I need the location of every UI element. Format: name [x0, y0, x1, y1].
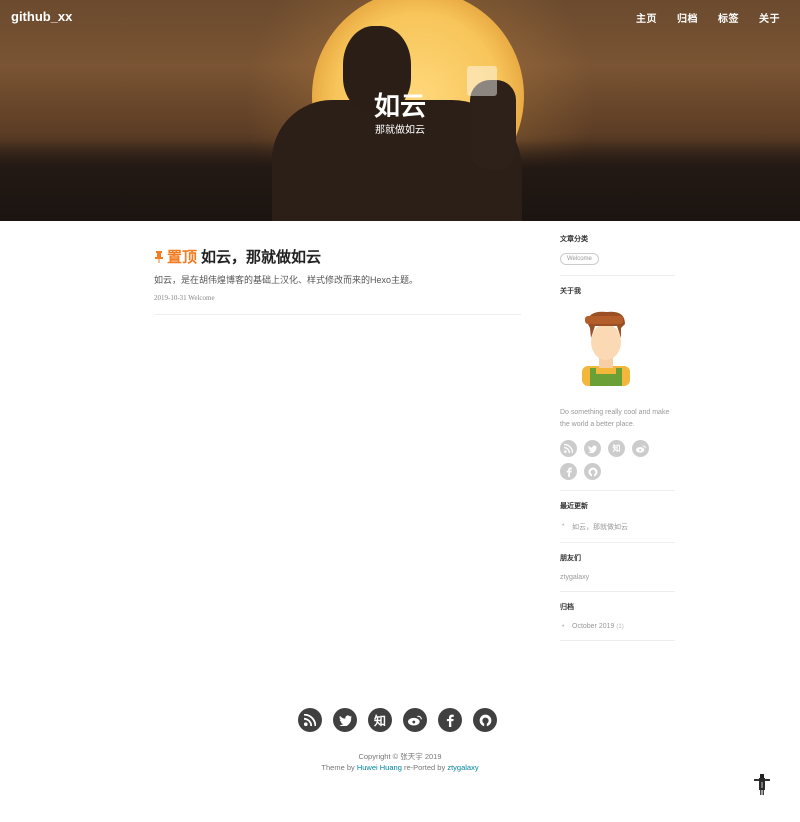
- archive-label[interactable]: October 2019: [572, 623, 614, 630]
- post-preview: 置顶 如云，那就做如云 如云，是在胡伟煌博客的基础上汉化、样式修改而来的Hexo…: [154, 246, 521, 315]
- back-to-top-icon[interactable]: [751, 772, 773, 796]
- hero-banner: github_xx 主页 归档 标签 关于 如云 那就做如云: [0, 0, 800, 221]
- nav-home[interactable]: 主页: [636, 10, 657, 25]
- post-meta: 2019-10-31 Welcome: [154, 294, 521, 302]
- category-tag[interactable]: Welcome: [560, 253, 599, 265]
- archive-section: 归档 October 2019 (1): [560, 602, 675, 641]
- facebook-icon[interactable]: [438, 708, 462, 732]
- zhihu-icon[interactable]: 知: [368, 708, 392, 732]
- post-divider: [154, 314, 521, 315]
- friend-link[interactable]: ztygalaxy: [560, 574, 675, 581]
- archive-title: 归档: [560, 604, 574, 611]
- post-date: 2019-10-31: [154, 294, 187, 302]
- avatar: [582, 311, 630, 386]
- categories-section: 文章分类 Welcome: [560, 234, 675, 276]
- recent-title: 最近更新: [560, 503, 588, 510]
- recent-item[interactable]: 如云，那就做如云: [560, 522, 675, 532]
- theme-middle: re-Ported by: [401, 763, 448, 772]
- categories-title: 文章分类: [560, 236, 588, 243]
- recent-list: 如云，那就做如云: [560, 522, 675, 532]
- archive-item[interactable]: October 2019 (1): [560, 623, 675, 630]
- github-icon[interactable]: [473, 708, 497, 732]
- nav-tags[interactable]: 标签: [718, 10, 739, 25]
- pinned-label: 置顶: [167, 249, 198, 266]
- twitter-icon[interactable]: [333, 708, 357, 732]
- about-title: 关于我: [560, 288, 581, 295]
- top-nav: 主页 归档 标签 关于: [636, 10, 780, 25]
- about-section: 关于我 Do something really cool and make th…: [560, 286, 675, 491]
- hero-subtitle: 那就做如云: [375, 125, 425, 136]
- friends-title: 朋友们: [560, 555, 581, 562]
- nav-about[interactable]: 关于: [759, 10, 780, 25]
- post-subtitle: 如云，是在胡伟煌博客的基础上汉化、样式修改而来的Hexo主题。: [154, 275, 419, 285]
- sidebar-social: 知: [560, 440, 670, 480]
- sidebar: 文章分类 Welcome 关于我 Do something really coo…: [560, 234, 675, 651]
- rss-icon[interactable]: [298, 708, 322, 732]
- twitter-icon[interactable]: [584, 440, 601, 457]
- post-title-row[interactable]: 置顶 如云，那就做如云: [154, 246, 521, 267]
- nav-archive[interactable]: 归档: [677, 10, 698, 25]
- facebook-icon[interactable]: [560, 463, 577, 480]
- weibo-icon[interactable]: [632, 440, 649, 457]
- archive-count: (1): [616, 624, 624, 630]
- footer-social: 知: [298, 708, 497, 732]
- theme-prefix: Theme by: [321, 763, 357, 772]
- hero-title: 如云: [373, 91, 426, 121]
- friends-section: 朋友们 ztygalaxy: [560, 553, 675, 592]
- site-title-link[interactable]: github_xx: [11, 9, 72, 24]
- weibo-icon[interactable]: [403, 708, 427, 732]
- pin-icon: [155, 250, 163, 263]
- github-icon[interactable]: [584, 463, 601, 480]
- post-tag[interactable]: Welcome: [188, 294, 214, 302]
- post-title[interactable]: 如云，那就做如云: [201, 246, 321, 267]
- recent-section: 最近更新 如云，那就做如云: [560, 501, 675, 543]
- about-text: Do something really cool and make the wo…: [560, 409, 670, 428]
- copyright: Copyright © 张天宇 2019: [358, 752, 442, 761]
- theme-author-link[interactable]: Huwei Huang: [357, 763, 402, 772]
- rss-icon[interactable]: [560, 440, 577, 457]
- zhihu-icon[interactable]: 知: [608, 440, 625, 457]
- archive-list: October 2019 (1): [560, 623, 675, 630]
- theme-credit: Theme by Huwei Huang re-Ported by ztygal…: [0, 763, 800, 772]
- theme-porter-link[interactable]: ztygalaxy: [447, 763, 478, 772]
